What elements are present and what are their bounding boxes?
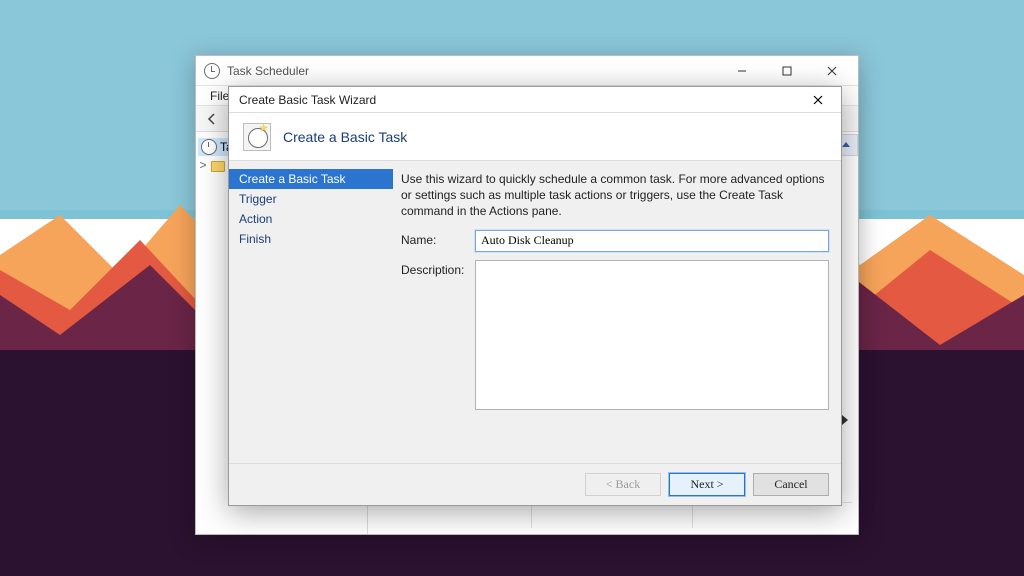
cancel-button[interactable]: Cancel [753,473,829,496]
step-finish[interactable]: Finish [229,229,393,249]
back-button[interactable] [200,108,224,130]
minimize-button[interactable] [719,57,764,85]
expander-icon[interactable]: > [198,158,208,172]
create-basic-task-wizard: Create Basic Task Wizard Create a Basic … [228,86,842,506]
wizard-steps: Create a Basic Task Trigger Action Finis… [229,163,393,463]
scheduler-new-icon [243,123,271,151]
window-title: Task Scheduler [227,64,719,78]
wizard-content: Use this wizard to quickly schedule a co… [393,163,841,463]
clock-icon [204,63,220,79]
scroll-right-icon[interactable] [840,414,854,428]
titlebar[interactable]: Task Scheduler [196,56,858,86]
close-button[interactable] [801,88,835,112]
name-field[interactable] [475,230,829,252]
clock-icon [201,139,217,155]
name-label: Name: [401,230,475,247]
next-button[interactable]: Next > [669,473,745,496]
description-field[interactable] [475,260,829,410]
step-action[interactable]: Action [229,209,393,229]
wizard-titlebar[interactable]: Create Basic Task Wizard [229,87,841,113]
close-button[interactable] [809,57,854,85]
wizard-heading: Create a Basic Task [283,129,407,145]
wizard-footer: < Back Next > Cancel [229,463,841,505]
wizard-instructions: Use this wizard to quickly schedule a co… [401,171,829,220]
folder-icon [211,161,225,172]
back-button: < Back [585,473,661,496]
description-label: Description: [401,260,475,277]
wizard-title: Create Basic Task Wizard [239,93,801,107]
step-trigger[interactable]: Trigger [229,189,393,209]
maximize-button[interactable] [764,57,809,85]
wizard-header: Create a Basic Task [229,113,841,161]
step-basic-task[interactable]: Create a Basic Task [229,169,393,189]
